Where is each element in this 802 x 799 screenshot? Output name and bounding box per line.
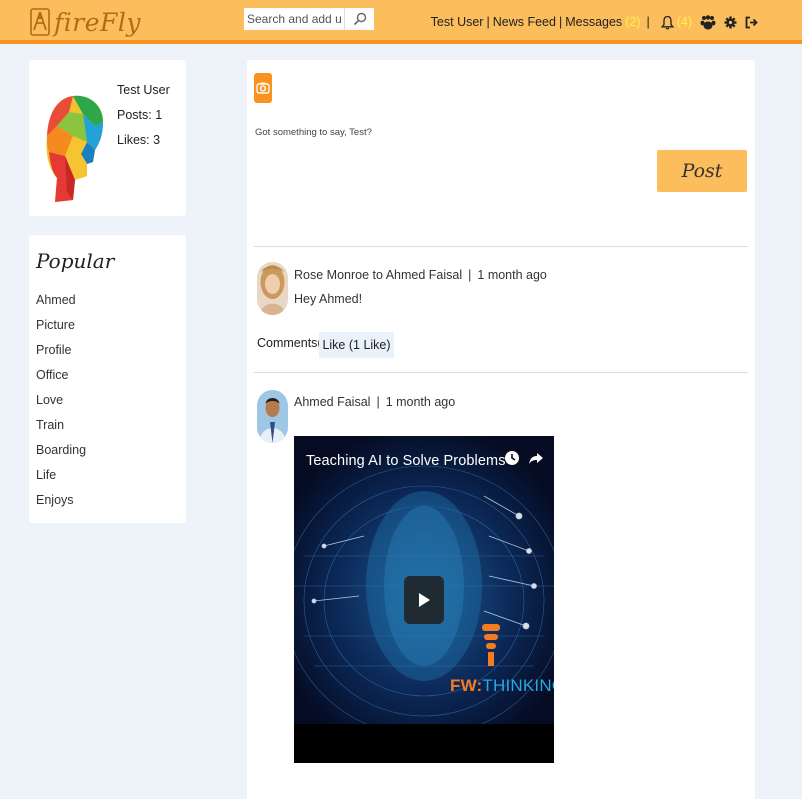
notifications-count-badge: (4) xyxy=(676,15,692,29)
popular-item[interactable]: Ahmed xyxy=(36,288,86,313)
profile-info: Test User Posts: 1 Likes: 3 xyxy=(117,78,170,153)
video-brand-text: FW:THINKING xyxy=(450,676,554,696)
avatar[interactable] xyxy=(257,262,288,315)
bell-icon xyxy=(660,15,674,29)
logout-button[interactable] xyxy=(745,16,758,29)
video-embed[interactable]: Teaching AI to Solve Problems FW:THINKIN… xyxy=(294,436,554,763)
post-time: 1 month ago xyxy=(385,395,456,409)
settings-button[interactable] xyxy=(724,16,737,29)
nav-news-feed-link[interactable]: News Feed xyxy=(493,15,556,29)
popular-item[interactable]: Love xyxy=(36,388,86,413)
popular-list: Ahmed Picture Profile Office Love Train … xyxy=(36,288,86,513)
logo-text: fireFly xyxy=(54,7,141,37)
nav-user-link[interactable]: Test User xyxy=(431,15,484,29)
post-meta: Ahmed Faisal | 1 month ago xyxy=(294,395,456,409)
profile-card: Test User Posts: 1 Likes: 3 xyxy=(29,60,186,216)
popular-item[interactable]: Enjoys xyxy=(36,488,86,513)
post-author[interactable]: Ahmed Faisal xyxy=(294,395,370,409)
play-icon xyxy=(419,593,430,607)
share-icon[interactable] xyxy=(528,450,544,466)
friends-button[interactable] xyxy=(700,14,716,30)
post-time: 1 month ago xyxy=(477,268,547,282)
top-bar: fireFly Test User | News Feed | Messages… xyxy=(0,0,802,44)
search-button[interactable] xyxy=(344,8,374,30)
post-text: Hey Ahmed! xyxy=(294,292,363,306)
popular-card: Popular Ahmed Picture Profile Office Lov… xyxy=(29,235,186,523)
profile-posts-count: Posts: 1 xyxy=(117,108,163,122)
search-icon xyxy=(353,12,366,26)
profile-name[interactable]: Test User xyxy=(117,78,170,103)
notifications-button[interactable] xyxy=(660,15,674,30)
nav-separator: | xyxy=(558,15,563,29)
nav-messages-link[interactable]: Messages xyxy=(565,15,622,29)
nav-separator: | xyxy=(646,15,650,29)
popular-item[interactable]: Office xyxy=(36,363,86,388)
post-button[interactable]: Post xyxy=(657,150,747,192)
app-logo[interactable]: fireFly xyxy=(30,6,141,38)
brand-thinking: THINKING xyxy=(482,676,554,695)
post-meta: Rose Monroe to Ahmed Faisal | 1 month ago xyxy=(294,268,547,282)
feed-divider xyxy=(254,246,748,247)
users-icon xyxy=(700,14,716,29)
popular-item[interactable]: Life xyxy=(36,463,86,488)
popular-item[interactable]: Profile xyxy=(36,338,86,363)
popular-item[interactable]: Train xyxy=(36,413,86,438)
news-feed: Post Rose Monroe to Ahmed Faisal|1 month… xyxy=(247,60,755,799)
video-title[interactable]: Teaching AI to Solve Problems xyxy=(306,453,506,469)
gear-icon xyxy=(724,16,737,28)
play-button[interactable] xyxy=(404,576,444,624)
brand-fw: FW: xyxy=(450,676,483,695)
profile-avatar[interactable] xyxy=(43,92,105,204)
popular-item[interactable]: Boarding xyxy=(36,438,86,463)
video-bottom-bar xyxy=(294,724,554,763)
feed-divider xyxy=(254,372,748,373)
popular-item[interactable]: Picture xyxy=(36,313,86,338)
popular-title: Popular xyxy=(36,249,115,273)
top-nav: Test User | News Feed | Messages (2) | (… xyxy=(431,11,758,33)
nav-separator: | xyxy=(486,15,490,29)
messages-count-badge: (2) xyxy=(625,15,641,29)
video-controls xyxy=(504,450,544,466)
firefly-logo-icon xyxy=(30,8,50,36)
post-author[interactable]: Rose Monroe to Ahmed Faisal xyxy=(294,268,462,282)
avatar[interactable] xyxy=(257,390,288,443)
camera-icon xyxy=(256,82,270,94)
status-input[interactable] xyxy=(255,123,555,141)
profile-likes-count: Likes: 3 xyxy=(117,133,161,147)
logout-icon xyxy=(745,16,758,28)
like-button[interactable]: Like (1 Like) xyxy=(319,332,394,358)
upload-photo-button[interactable] xyxy=(254,73,272,103)
search-box xyxy=(244,8,374,30)
clock-icon[interactable] xyxy=(504,450,520,466)
search-input[interactable] xyxy=(244,8,344,30)
